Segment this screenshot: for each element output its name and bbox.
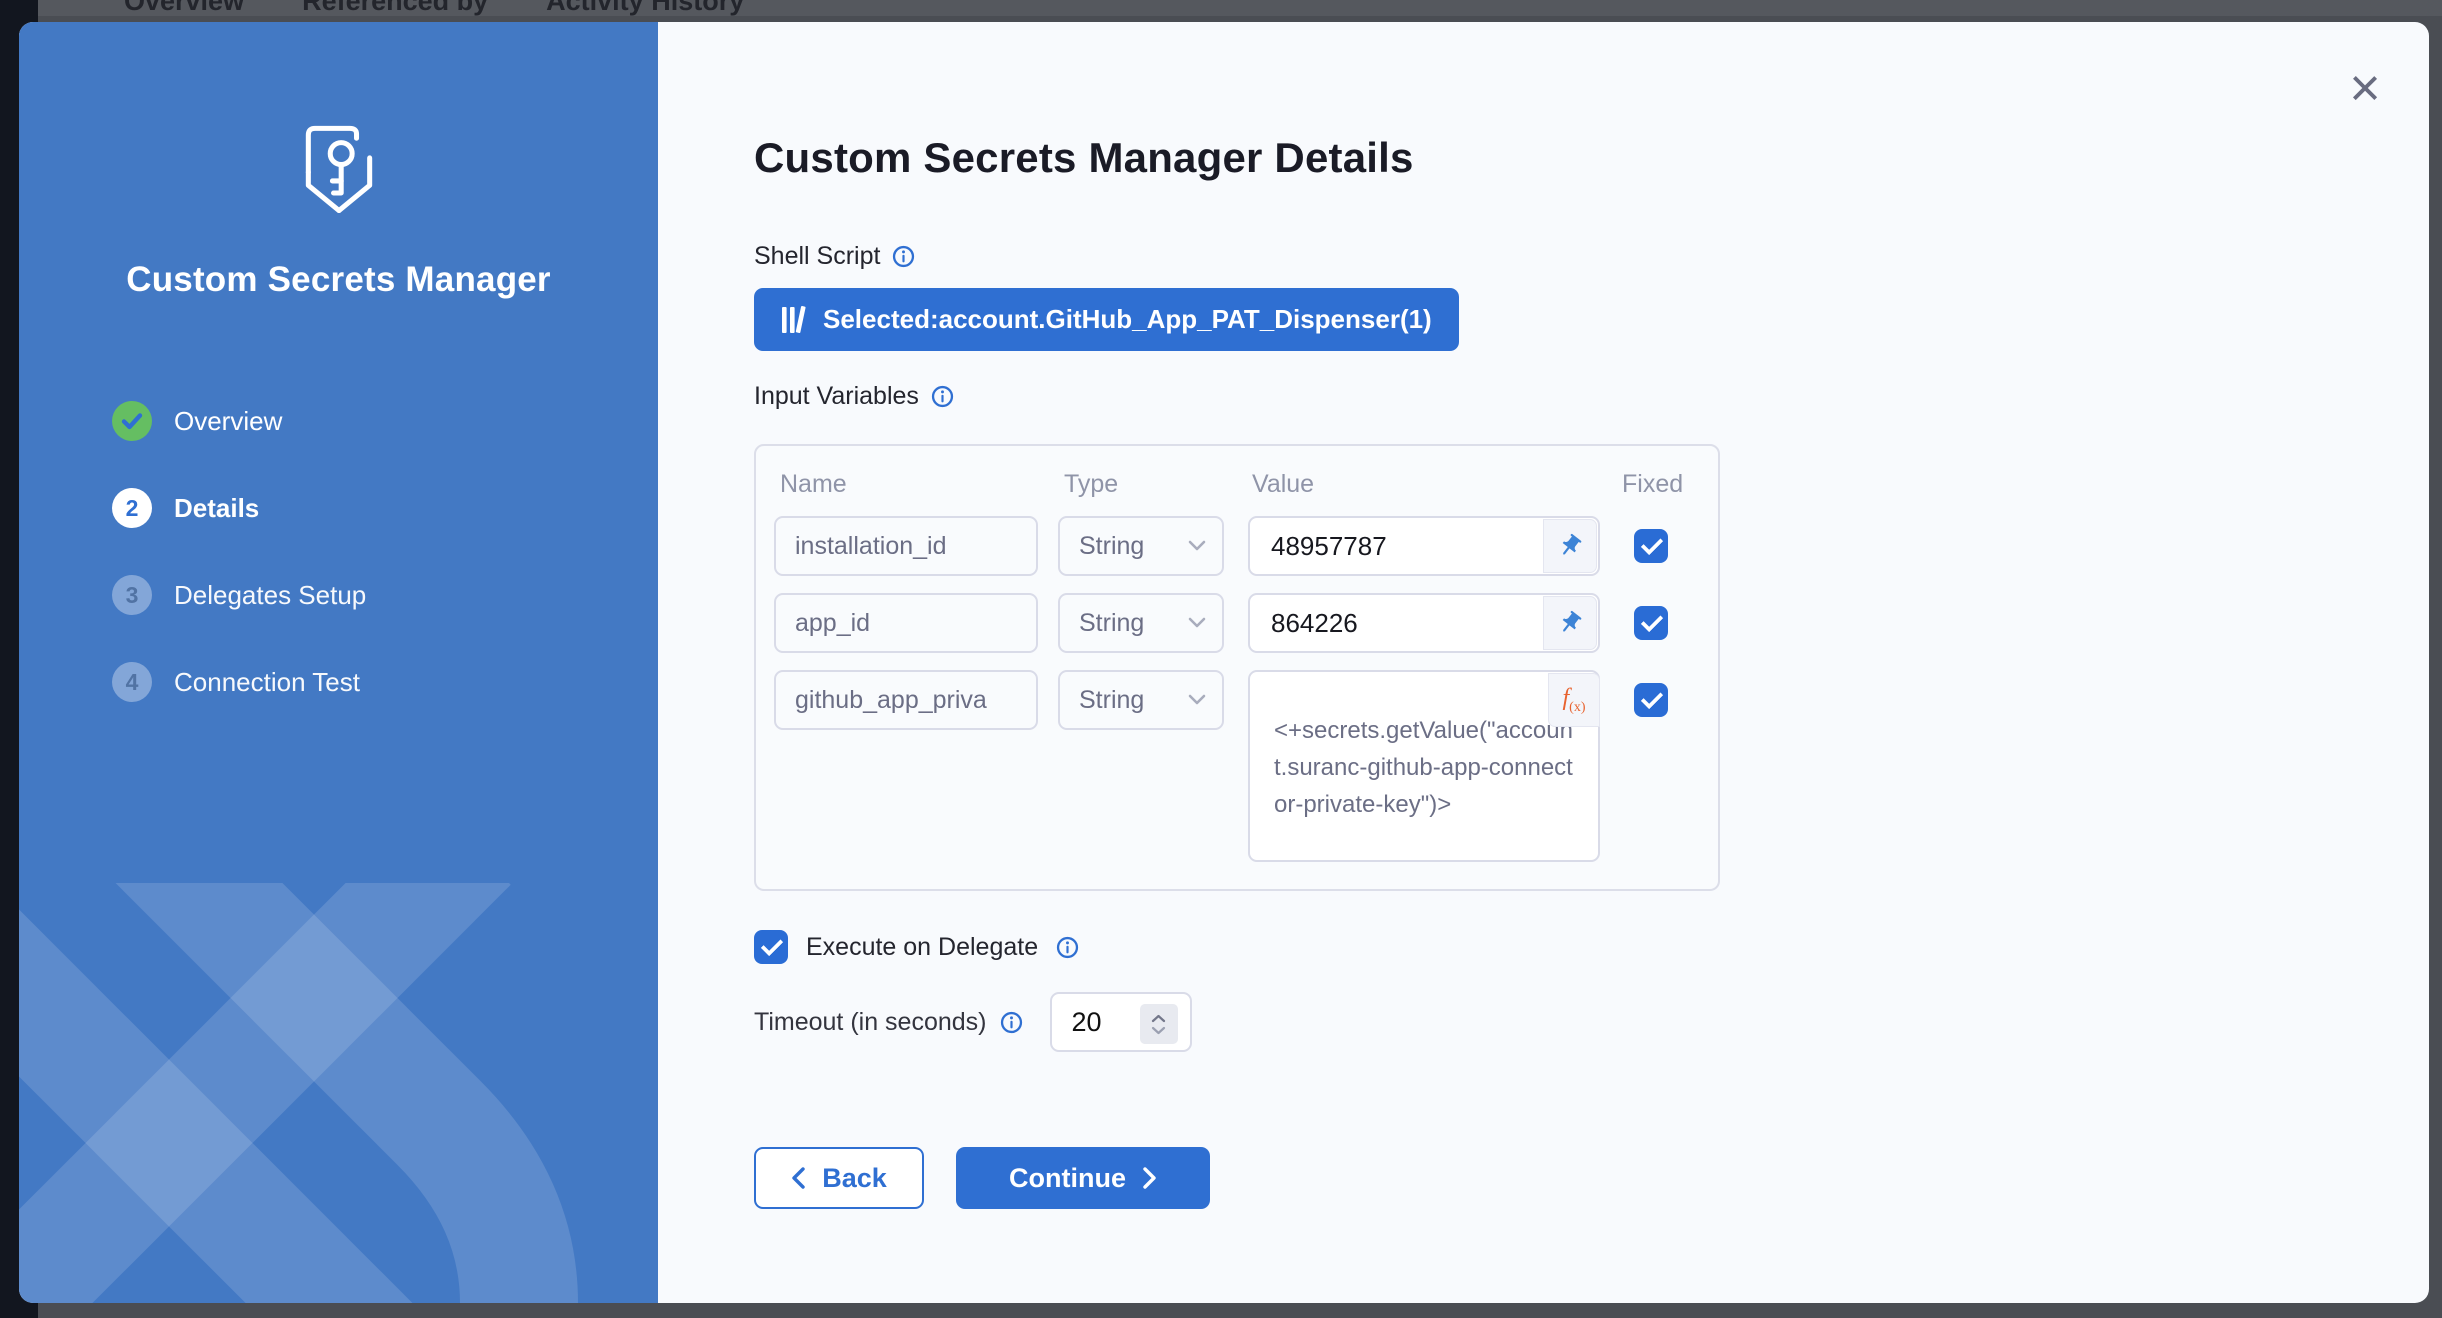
step-label: Details	[174, 493, 259, 524]
tab-activity-history[interactable]: Activity History	[546, 0, 744, 16]
page-title: Custom Secrets Manager Details	[754, 134, 1414, 182]
step-overview[interactable]: Overview	[112, 401, 366, 441]
chevron-down-icon	[1188, 694, 1206, 706]
expression-fx-button[interactable]: f(x)	[1548, 673, 1600, 727]
info-icon[interactable]	[1000, 1011, 1023, 1034]
wizard-sidebar: Custom Secrets Manager Overview 2 Detail…	[19, 22, 658, 1303]
stepper-down-icon	[1151, 1026, 1166, 1035]
wizard-steps: Overview 2 Details 3 Delegates Setup 4 C…	[112, 401, 366, 749]
variable-name-input[interactable]: github_app_priva	[774, 670, 1038, 730]
table-row: app_id String	[756, 593, 1718, 653]
footer-actions: Back Continue	[754, 1147, 1210, 1209]
modal-content: × Custom Secrets Manager Details Shell S…	[658, 22, 2429, 1303]
fixed-checkbox[interactable]	[1634, 683, 1668, 717]
step-number: 3	[112, 575, 152, 615]
input-variables-table: Name Type Value Fixed installation_id St…	[754, 444, 1720, 891]
back-button-label: Back	[822, 1163, 887, 1194]
step-label: Connection Test	[174, 667, 360, 698]
execute-on-delegate-checkbox[interactable]	[754, 930, 788, 964]
timeout-label: Timeout (in seconds)	[754, 1008, 987, 1037]
timeout-input-wrap	[1050, 992, 1192, 1052]
step-delegates-setup[interactable]: 3 Delegates Setup	[112, 575, 366, 615]
tab-referenced-by[interactable]: Referenced by	[302, 0, 488, 16]
background-tab-bar: Overview Referenced by Activity History	[38, 0, 2442, 16]
variable-name-input[interactable]: installation_id	[774, 516, 1038, 576]
variable-type-value: String	[1079, 609, 1144, 638]
shell-script-label: Shell Script	[754, 242, 880, 271]
variable-type-value: String	[1079, 686, 1144, 715]
chevron-right-icon	[1143, 1167, 1157, 1189]
template-library-icon	[781, 305, 807, 335]
stepper-up-icon	[1151, 1014, 1166, 1023]
chevron-down-icon	[1188, 540, 1206, 552]
pin-fixed-value-button[interactable]	[1543, 596, 1597, 650]
continue-button-label: Continue	[1009, 1163, 1126, 1194]
step-complete-check-icon	[112, 401, 152, 441]
shield-key-icon	[297, 124, 381, 216]
shell-script-label-row: Shell Script	[754, 242, 915, 271]
column-header-name: Name	[780, 470, 847, 499]
variable-type-select[interactable]: String	[1058, 516, 1224, 576]
selected-shell-script-value: Selected:account.GitHub_App_PAT_Dispense…	[823, 304, 1432, 335]
step-label: Overview	[174, 406, 282, 437]
chevron-left-icon	[791, 1167, 805, 1189]
step-label: Delegates Setup	[174, 580, 366, 611]
step-number: 2	[112, 488, 152, 528]
close-icon[interactable]: ×	[2335, 58, 2395, 118]
back-button[interactable]: Back	[754, 1147, 924, 1209]
column-header-value: Value	[1252, 470, 1314, 499]
execute-on-delegate-label: Execute on Delegate	[806, 933, 1038, 962]
harness-logo-watermark	[19, 883, 658, 1303]
variable-name-input[interactable]: app_id	[774, 593, 1038, 653]
background-header-bar: Overview Referenced by Activity History	[38, 0, 2442, 16]
variable-type-select[interactable]: String	[1058, 670, 1224, 730]
table-row: installation_id String	[756, 516, 1718, 576]
fixed-checkbox[interactable]	[1634, 529, 1668, 563]
table-row: github_app_priva String <+secrets.getVal…	[756, 670, 1718, 862]
variable-value-group	[1248, 516, 1600, 576]
variable-type-value: String	[1079, 532, 1144, 561]
info-icon[interactable]	[1056, 936, 1079, 959]
info-icon[interactable]	[931, 385, 954, 408]
continue-button[interactable]: Continue	[956, 1147, 1210, 1209]
variable-value-group	[1248, 593, 1600, 653]
step-details[interactable]: 2 Details	[112, 488, 366, 528]
pushpin-icon	[1552, 605, 1588, 641]
input-variables-label-row: Input Variables	[754, 382, 954, 411]
pin-fixed-value-button[interactable]	[1543, 519, 1597, 573]
timeout-row: Timeout (in seconds)	[754, 992, 1192, 1052]
number-stepper[interactable]	[1140, 1004, 1178, 1044]
variable-type-select[interactable]: String	[1058, 593, 1224, 653]
chevron-down-icon	[1188, 617, 1206, 629]
custom-secrets-manager-modal: Custom Secrets Manager Overview 2 Detail…	[19, 22, 2429, 1303]
tab-overview[interactable]: Overview	[124, 0, 244, 16]
fixed-checkbox[interactable]	[1634, 606, 1668, 640]
input-variables-label: Input Variables	[754, 382, 919, 411]
wizard-title: Custom Secrets Manager	[19, 260, 658, 300]
column-header-fixed: Fixed	[1622, 470, 1683, 499]
selected-shell-script-button[interactable]: Selected:account.GitHub_App_PAT_Dispense…	[754, 288, 1459, 351]
info-icon[interactable]	[892, 245, 915, 268]
fx-icon: f(x)	[1563, 685, 1586, 716]
execute-on-delegate-row: Execute on Delegate	[754, 930, 1079, 964]
column-header-type: Type	[1064, 470, 1118, 499]
step-connection-test[interactable]: 4 Connection Test	[112, 662, 366, 702]
pushpin-icon	[1552, 528, 1588, 564]
step-number: 4	[112, 662, 152, 702]
